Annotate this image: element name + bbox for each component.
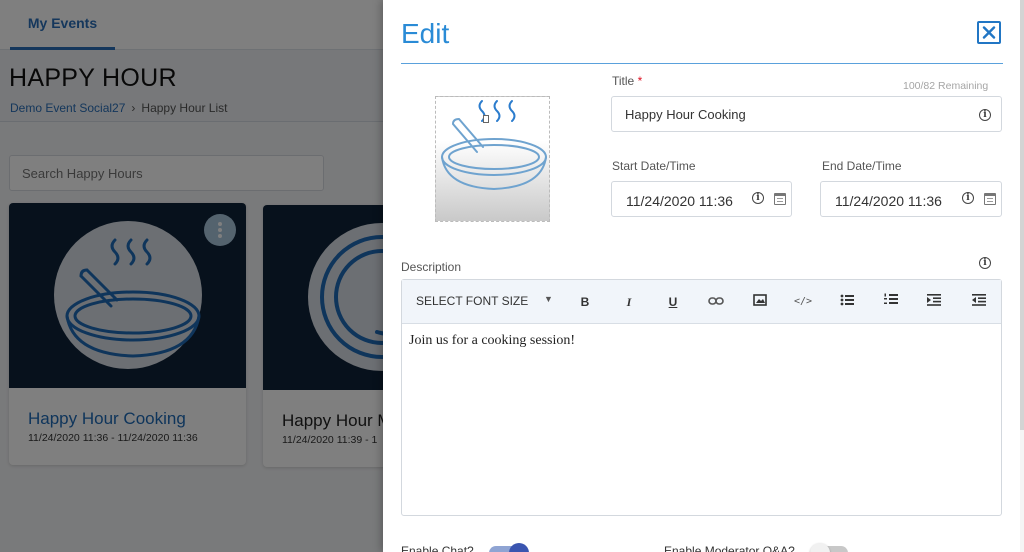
- start-datetime-label: Start Date/Time: [612, 159, 696, 173]
- calendar-icon[interactable]: [984, 193, 996, 205]
- title-input[interactable]: Happy Hour Cooking i: [611, 96, 1002, 132]
- numbered-list-button[interactable]: [881, 292, 901, 312]
- title-remaining-count: 100/82 Remaining: [903, 80, 989, 92]
- bold-button[interactable]: B: [575, 292, 595, 312]
- enable-moderator-qa-label: Enable Moderator Q&A?: [664, 544, 795, 552]
- start-datetime-input[interactable]: 11/24/2020 11:36 i: [611, 181, 792, 217]
- info-icon[interactable]: i: [979, 257, 991, 269]
- drawer-scrollbar[interactable]: [1020, 0, 1024, 552]
- close-icon: [982, 26, 996, 39]
- required-mark: *: [637, 74, 643, 88]
- description-editor[interactable]: SELECT FONT SIZE ▼ B I U </> Join us for…: [401, 279, 1002, 516]
- code-button[interactable]: </>: [793, 292, 813, 312]
- italic-button[interactable]: I: [619, 292, 639, 312]
- drawer-title: Edit: [401, 18, 450, 49]
- end-datetime-label: End Date/Time: [822, 159, 902, 173]
- description-label: Description: [401, 260, 462, 274]
- numbered-list-icon: [884, 293, 898, 304]
- enable-moderator-qa-toggle[interactable]: [810, 543, 848, 552]
- image-button[interactable]: [750, 292, 770, 312]
- caret-down-icon: ▼: [544, 294, 553, 304]
- edit-drawer: Edit Title * 100/82 Remaining Happy Hour…: [383, 0, 1024, 552]
- header-divider: [401, 63, 1003, 64]
- close-button[interactable]: [977, 21, 1001, 44]
- end-datetime-input[interactable]: 11/24/2020 11:36 i: [820, 181, 1002, 217]
- indent-button[interactable]: [924, 292, 944, 312]
- editor-toolbar: SELECT FONT SIZE ▼ B I U </>: [402, 280, 1001, 324]
- scrollbar-thumb[interactable]: [1020, 0, 1024, 430]
- underline-button[interactable]: U: [663, 292, 683, 312]
- info-icon[interactable]: i: [962, 192, 974, 204]
- enable-chat-label: Enable Chat?: [401, 544, 474, 552]
- title-label: Title *: [612, 74, 643, 88]
- link-icon: [708, 297, 724, 305]
- frying-pan-icon: [441, 100, 547, 191]
- info-icon[interactable]: i: [979, 109, 991, 121]
- outdent-icon: [972, 294, 986, 306]
- outdent-button[interactable]: [969, 292, 989, 312]
- indent-icon: [927, 294, 941, 306]
- enable-chat-toggle[interactable]: [489, 543, 529, 552]
- font-size-select[interactable]: SELECT FONT SIZE ▼: [416, 294, 553, 308]
- image-upload[interactable]: [435, 96, 550, 222]
- bulleted-list-icon: [840, 294, 854, 306]
- info-icon[interactable]: i: [752, 192, 764, 204]
- image-icon: [753, 294, 767, 306]
- calendar-icon[interactable]: [774, 193, 786, 205]
- editor-content[interactable]: Join us for a cooking session!: [409, 333, 575, 349]
- bulleted-list-button[interactable]: [837, 292, 857, 312]
- crop-handle[interactable]: [483, 115, 489, 123]
- link-button[interactable]: [706, 292, 726, 312]
